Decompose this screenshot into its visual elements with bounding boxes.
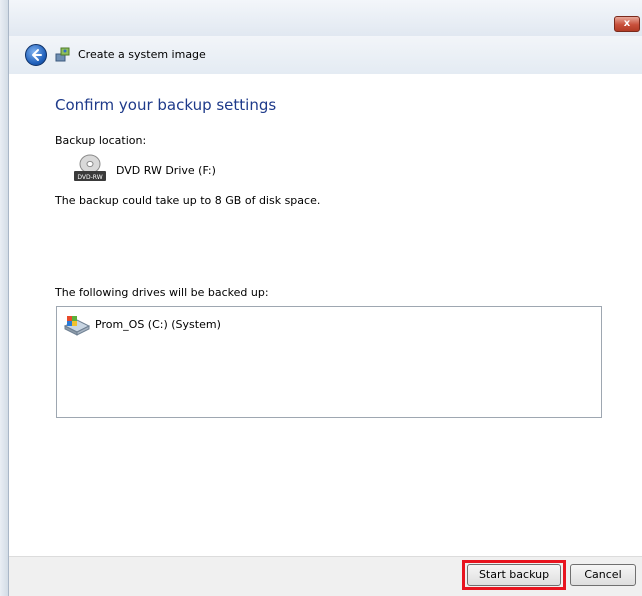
title-bar[interactable]: [9, 0, 642, 36]
drives-list-label: The following drives will be backed up:: [55, 286, 269, 299]
dvd-badge-text: DVD-RW: [77, 174, 102, 181]
cancel-button[interactable]: Cancel: [570, 564, 636, 586]
backup-location-device: DVD RW Drive (F:): [116, 164, 216, 177]
backup-location-label: Backup location:: [55, 134, 147, 147]
start-backup-button[interactable]: Start backup: [467, 564, 561, 586]
nav-title: Create a system image: [78, 48, 206, 61]
close-button[interactable]: x: [614, 16, 640, 32]
drive-label: Prom_OS (C:) (System): [95, 318, 221, 331]
disk-space-text: The backup could take up to 8 GB of disk…: [55, 194, 321, 207]
back-arrow-icon[interactable]: [25, 44, 47, 66]
backup-app-icon: [54, 45, 72, 63]
drives-list[interactable]: Prom_OS (C:) (System): [56, 306, 602, 418]
dvd-drive-icon: DVD-RW: [71, 153, 109, 185]
page-title: Confirm your backup settings: [55, 96, 277, 114]
dialog-window: x Create a system image Confirm your bac…: [0, 0, 642, 596]
window-frame-edge: [0, 0, 9, 596]
hard-drive-icon: [63, 314, 91, 336]
